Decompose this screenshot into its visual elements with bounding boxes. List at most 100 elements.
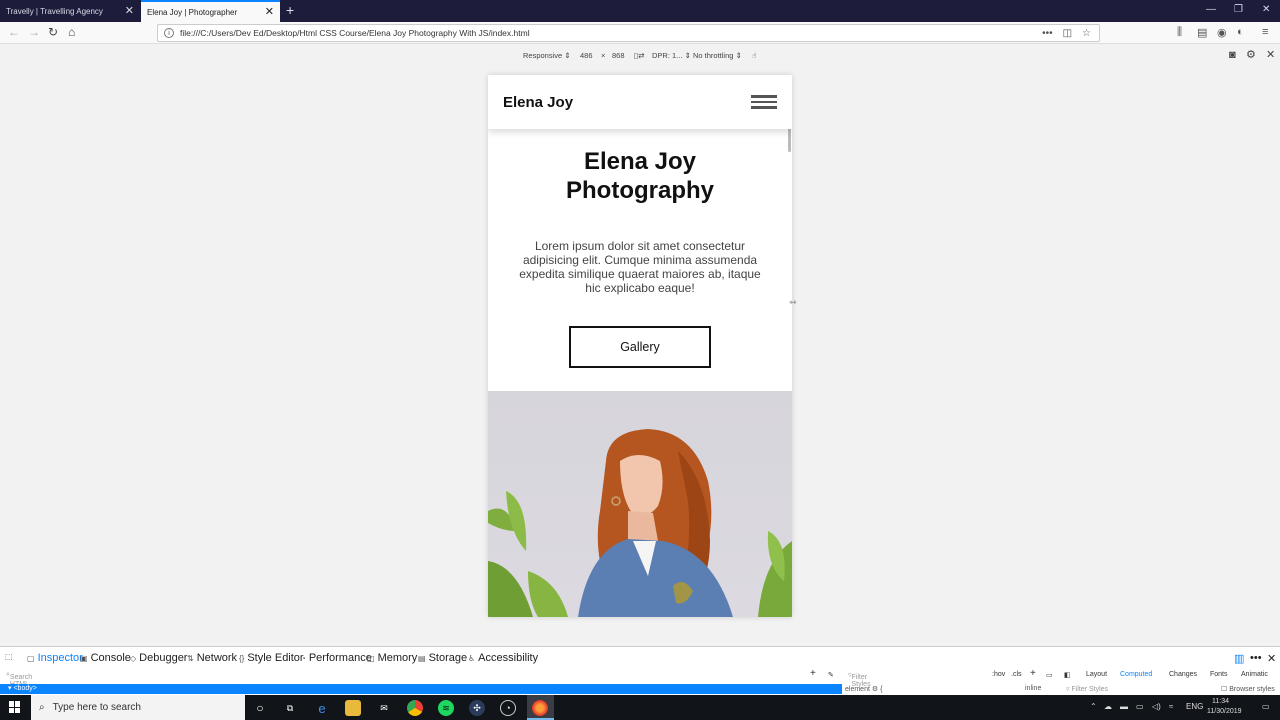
tab-storage[interactable]: ▤ Storage [418, 652, 467, 664]
tab-animations[interactable]: Animatic [1241, 671, 1268, 678]
debugger-icon: ◇ [130, 653, 137, 663]
tab-console[interactable]: ▣ Console [80, 652, 131, 664]
tab-fonts[interactable]: Fonts [1210, 671, 1228, 678]
minimize-icon[interactable]: — [1206, 4, 1216, 15]
tab-style-editor[interactable]: {} Style Editor [239, 652, 304, 664]
tab-title: Travelly | Travelling Agency [6, 6, 103, 16]
element-picker-icon[interactable]: ⬚ [5, 652, 13, 661]
dock-icon[interactable]: ▥ [1234, 652, 1244, 665]
tab-label: Network [196, 652, 238, 664]
clock-time[interactable]: 11:34 [1212, 698, 1229, 705]
close-devtools-icon[interactable]: ✕ [1267, 652, 1276, 665]
firefox-icon[interactable] [532, 700, 548, 716]
home-icon[interactable]: ⌂ [68, 25, 75, 39]
language-indicator[interactable]: ENG [1186, 702, 1203, 711]
taskbar-search[interactable]: ⌕ Type here to search [31, 695, 245, 720]
extension-icon[interactable]: ◐ [1237, 26, 1244, 38]
tab-network[interactable]: ⇅ Network [187, 652, 237, 664]
windows-start-icon[interactable] [9, 701, 21, 713]
dimension-separator: × [601, 51, 606, 60]
height-input[interactable]: 868 [612, 51, 625, 60]
rotate-icon[interactable]: ▯⇄ [634, 51, 644, 60]
wifi-icon[interactable]: ≈ [1169, 702, 1173, 711]
style-editor-icon: {} [239, 653, 245, 663]
menu-icon[interactable]: ≡ [1262, 26, 1268, 38]
close-window-icon[interactable]: ✕ [1262, 4, 1270, 15]
tab-travelly[interactable]: Travelly | Travelling Agency ✕ [0, 0, 140, 22]
devtools-more-icon[interactable]: ••• [1250, 652, 1262, 664]
browser-styles-checkbox[interactable]: ☐ Browser styles [1221, 685, 1275, 693]
device-selector[interactable]: Responsive ⇕ [523, 51, 571, 60]
tab-accessibility[interactable]: ♿ Accessibility [468, 652, 538, 664]
toggle-pane-icon[interactable]: ◧ [1064, 671, 1071, 679]
forward-icon[interactable]: → [28, 25, 40, 39]
throttling-selector[interactable]: No throttling ⇕ [693, 51, 742, 60]
tray-chevron-icon[interactable]: ⌃ [1090, 702, 1097, 711]
filter-styles-input[interactable]: ▿ Filter Styles [848, 671, 871, 688]
volume-icon[interactable]: ◁) [1152, 702, 1161, 711]
file-explorer-icon[interactable] [345, 700, 361, 716]
mail-icon[interactable]: ✉ [376, 700, 392, 716]
reload-icon[interactable]: ↻ [48, 25, 58, 39]
account-icon[interactable]: ◉ [1217, 26, 1227, 39]
tab-elena-joy[interactable]: Elena Joy | Photographer ✕ [141, 0, 280, 22]
hov-toggle[interactable]: :hov [992, 671, 1005, 678]
width-input[interactable]: 486 [580, 51, 593, 60]
tab-inspector[interactable]: ▢ Inspector [27, 652, 83, 664]
new-rule-icon[interactable]: + [1030, 668, 1036, 679]
onedrive-icon[interactable]: ☁ [1104, 702, 1112, 711]
obs-icon[interactable]: ◔ [500, 700, 516, 716]
tab-computed[interactable]: Computed [1120, 671, 1152, 678]
site-logo[interactable]: Elena Joy [503, 94, 573, 111]
new-tab-icon[interactable]: + [286, 2, 294, 18]
touch-simulation-icon[interactable]: ☝ [752, 51, 757, 60]
inspector-icon: ▢ [27, 653, 35, 663]
sidebar-icon[interactable]: ▤ [1197, 26, 1207, 39]
hamburger-menu-icon[interactable] [751, 95, 777, 109]
gallery-button[interactable]: Gallery [569, 326, 711, 368]
dpr-selector[interactable]: DPR: 1... ⇕ [652, 51, 691, 60]
cls-toggle[interactable]: .cls [1011, 671, 1022, 678]
selected-html-node[interactable]: ▾ <body> [0, 684, 842, 694]
search-icon: ⌕ [39, 702, 45, 713]
tab-performance[interactable]: ◔ Performance [301, 652, 372, 664]
more-actions-icon[interactable]: ••• [1042, 28, 1053, 39]
woman-portrait-image [488, 429, 792, 617]
info-icon[interactable]: i [164, 28, 174, 38]
search-html-input[interactable]: ⌕ Search HTML [6, 671, 32, 688]
print-media-icon[interactable]: ▭ [1046, 671, 1053, 679]
pocket-icon[interactable]: ◫ [1063, 28, 1072, 39]
close-tab-icon[interactable]: ✕ [125, 5, 134, 17]
davinci-resolve-icon[interactable]: ✣ [469, 700, 485, 716]
display-icon[interactable]: ▭ [1136, 702, 1144, 711]
storage-icon: ▤ [418, 653, 426, 663]
chrome-icon[interactable] [407, 700, 423, 716]
eyedropper-icon[interactable]: ✎ [828, 671, 834, 679]
restore-icon[interactable]: ❐ [1234, 4, 1243, 15]
tab-memory[interactable]: ◫ Memory [367, 652, 417, 664]
computed-filter-input[interactable]: ▿ Filter Styles [1066, 685, 1108, 693]
tab-debugger[interactable]: ◇ Debugger [130, 652, 187, 664]
add-node-icon[interactable]: + [810, 668, 816, 679]
cortana-icon[interactable]: ○ [252, 700, 268, 716]
notification-icon[interactable]: ▭ [1262, 702, 1270, 711]
network-tray-icon[interactable]: ▬ [1120, 702, 1128, 711]
spotify-icon[interactable]: ≋ [438, 700, 454, 716]
close-responsive-icon[interactable]: ✕ [1266, 48, 1275, 61]
clock-date[interactable]: 11/30/2019 [1207, 708, 1242, 715]
task-view-icon[interactable]: ⧉ [282, 700, 298, 716]
url-bar[interactable]: i file:///C:/Users/Dev Ed/Desktop/Html C… [157, 24, 1100, 42]
tab-layout[interactable]: Layout [1086, 671, 1107, 678]
library-icon[interactable]: ⫼ [1177, 26, 1182, 39]
site-header: Elena Joy [488, 75, 792, 129]
screenshot-icon[interactable]: ◙ [1229, 49, 1236, 61]
bookmark-star-icon[interactable]: ☆ [1082, 28, 1091, 39]
back-icon[interactable]: ← [8, 25, 20, 39]
close-tab-icon[interactable]: ✕ [265, 6, 274, 18]
edge-icon[interactable]: e [314, 700, 330, 716]
responsive-viewport: Elena Joy Elena Joy Photography Lorem ip… [488, 75, 792, 617]
tab-changes[interactable]: Changes [1169, 671, 1197, 678]
memory-icon: ◫ [367, 653, 375, 663]
settings-gear-icon[interactable]: ⚙ [1246, 48, 1256, 61]
resize-handle-icon[interactable]: ⇿ [789, 297, 797, 308]
